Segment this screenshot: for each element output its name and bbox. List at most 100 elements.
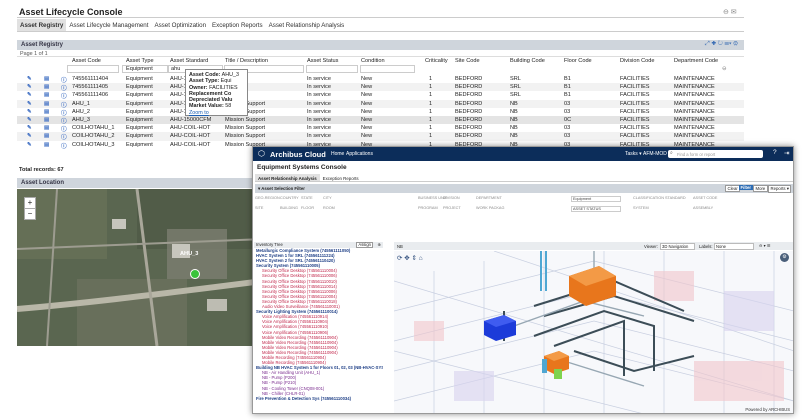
filter-condition[interactable] bbox=[360, 65, 415, 73]
viewer-options-icon[interactable]: ⊖ ▾ ☰ bbox=[759, 243, 771, 248]
col-department-code[interactable]: Department Code bbox=[674, 58, 718, 64]
document-icon[interactable]: ▤ bbox=[44, 84, 49, 90]
pan-icon[interactable]: ✥ bbox=[404, 255, 409, 262]
col-site-code[interactable]: Site Code bbox=[455, 58, 480, 64]
registry-toolbar-icons[interactable]: ⤢ ✚ ↻ ☰▾ ⚙ bbox=[705, 41, 738, 48]
document-icon[interactable]: ▤ bbox=[44, 109, 49, 115]
edit-icon[interactable]: ✎ bbox=[27, 109, 32, 115]
labels-select[interactable]: None bbox=[714, 242, 754, 250]
filter-field[interactable]: STATE bbox=[301, 196, 313, 200]
signout-icon[interactable]: ⇥ bbox=[784, 149, 789, 157]
filter-field[interactable]: PROGRAM bbox=[418, 206, 438, 210]
col-asset-code[interactable]: Asset Code bbox=[72, 58, 101, 64]
zoom-to-link[interactable]: Zoom to bbox=[189, 110, 244, 116]
filter-field[interactable]: BUILDING bbox=[280, 206, 298, 210]
filter-field[interactable]: ASSET CODE bbox=[693, 196, 717, 200]
tab-eq-exception-reports[interactable]: Exception Reports bbox=[320, 174, 362, 181]
col-criticality[interactable]: Criticality bbox=[425, 58, 448, 64]
tasks-menu[interactable]: Tasks ▾ bbox=[625, 151, 642, 157]
col-floor-code[interactable]: Floor Code bbox=[564, 58, 592, 64]
help-icon[interactable]: ? bbox=[773, 149, 777, 156]
col-division-code[interactable]: Division Code bbox=[620, 58, 655, 64]
tree-node[interactable]: Fire Prevention & Detection Sys (7455611… bbox=[254, 396, 383, 401]
filter-asset-code[interactable] bbox=[67, 65, 119, 73]
tab-asset-relationship-analysis[interactable]: Asset Relationship Analysis bbox=[266, 19, 348, 31]
col-condition[interactable]: Condition bbox=[361, 58, 385, 64]
filter-field[interactable]: ASSET STATUS bbox=[571, 206, 621, 212]
table-row[interactable]: ✎ ▤ ⓘ COILHOTAHU_1 Equipment AHU-COIL-HOT Miss… bbox=[17, 124, 744, 133]
filter-field[interactable]: FLOOR bbox=[301, 206, 314, 210]
table-row[interactable]: ✎▤ⓘ745561111406EquipmentAHU-15000AHU-23I… bbox=[17, 91, 744, 100]
clear-filter-icon[interactable]: ⊖ bbox=[722, 66, 727, 72]
zoom-out-button[interactable]: − bbox=[25, 208, 35, 219]
filter-field[interactable]: WORK PACKAG bbox=[476, 206, 504, 210]
document-icon[interactable]: ▤ bbox=[44, 76, 49, 82]
document-icon[interactable]: ▤ bbox=[44, 101, 49, 107]
table-row[interactable]: ✎▤ⓘ745561111405EquipmentAHU-15000AHU-23I… bbox=[17, 83, 744, 92]
filter-field[interactable]: SITE bbox=[255, 206, 263, 210]
table-row[interactable]: ✎▤ⓘAHU_2EquipmentAHU-15000CFMMission Sup… bbox=[17, 108, 744, 117]
nav-home[interactable]: Home bbox=[331, 151, 344, 157]
more-button[interactable]: More bbox=[753, 185, 768, 192]
viewer-mode-select[interactable]: 3D Navigation bbox=[660, 242, 695, 250]
col-title[interactable]: Title / Description bbox=[225, 58, 268, 64]
edit-icon[interactable]: ✎ bbox=[27, 84, 32, 90]
col-asset-standard[interactable]: Asset Standard bbox=[170, 58, 208, 64]
clear-button[interactable]: Clear bbox=[725, 185, 741, 192]
filter-button[interactable]: Filter bbox=[739, 185, 753, 190]
filter-field[interactable]: ASSEMBLY bbox=[693, 206, 713, 210]
bim-3d-viewer[interactable]: ⟳ ✥ ⇕ ⌂ ⚙ Powered by ARCHIBUS bbox=[394, 251, 793, 413]
document-icon[interactable]: ▤ bbox=[44, 133, 49, 139]
col-asset-type[interactable]: Asset Type bbox=[126, 58, 154, 64]
filter-field[interactable]: DIVISION bbox=[443, 196, 460, 200]
filter-field[interactable]: GEO-REGION bbox=[255, 196, 280, 200]
zoom-icon[interactable]: ⇕ bbox=[412, 255, 417, 262]
tab-asset-optimization[interactable]: Asset Optimization bbox=[151, 19, 209, 31]
table-row[interactable]: ✎ ▤ ⓘ AHU_3 Equipment AHU-15000CFM Mission Sup… bbox=[17, 115, 744, 125]
filter-field[interactable]: PROJECT bbox=[443, 206, 461, 210]
map-marker-icon[interactable] bbox=[190, 269, 200, 279]
filter-field[interactable]: Equipment bbox=[571, 196, 621, 202]
zoom-in-button[interactable]: + bbox=[25, 198, 35, 208]
tab-exception-reports[interactable]: Exception Reports bbox=[209, 19, 266, 31]
home-view-icon[interactable]: ⌂ bbox=[419, 255, 423, 262]
edit-icon[interactable]: ✎ bbox=[27, 142, 32, 148]
reports-button[interactable]: Reports ▾ bbox=[768, 185, 792, 193]
document-icon[interactable]: ▤ bbox=[44, 142, 49, 148]
info-icon[interactable]: ⓘ bbox=[61, 142, 67, 150]
col-asset-status[interactable]: Asset Status bbox=[307, 58, 338, 64]
collapse-filter-icon[interactable]: ▾ bbox=[258, 186, 260, 191]
edit-icon[interactable]: ✎ bbox=[27, 117, 32, 123]
table-row[interactable]: ✎▤ⓘAHU_1EquipmentAHU-15000CFMMission Sup… bbox=[17, 99, 744, 109]
edit-icon[interactable]: ✎ bbox=[27, 101, 32, 107]
filter-asset-type[interactable]: Equipment bbox=[122, 65, 168, 73]
window-controls[interactable]: ⊖ ✉ bbox=[723, 8, 737, 16]
edit-icon[interactable]: ✎ bbox=[27, 125, 32, 131]
viewer-settings-icon[interactable]: ⚙ bbox=[780, 253, 789, 262]
tree-menu-icon[interactable]: ⊕ bbox=[377, 242, 381, 247]
nav-applications[interactable]: Applications bbox=[346, 151, 373, 157]
document-icon[interactable]: ▤ bbox=[44, 125, 49, 131]
search-box[interactable]: ⌕ Find a form or report bbox=[668, 150, 763, 158]
document-icon[interactable]: ▤ bbox=[44, 117, 49, 123]
edit-icon[interactable]: ✎ bbox=[27, 133, 32, 139]
table-row[interactable]: ✎▤ⓘ745561111404EquipmentAHU-15000AHU-21I… bbox=[17, 75, 744, 84]
filter-field[interactable]: CITY bbox=[323, 196, 332, 200]
user-menu[interactable]: AFM-MOD ▾ bbox=[643, 151, 671, 157]
tab-asset-lifecycle-management[interactable]: Asset Lifecycle Management bbox=[66, 19, 151, 31]
table-row[interactable]: ✎ ▤ ⓘ COILHOTAHU_2 Equipment AHU-COIL-HOT Miss… bbox=[17, 132, 744, 141]
tab-asset-registry[interactable]: Asset Registry bbox=[17, 19, 67, 31]
edit-icon[interactable]: ✎ bbox=[27, 92, 32, 98]
rotate-icon[interactable]: ⟳ bbox=[397, 255, 402, 262]
tab-eq-asset-relationship[interactable]: Asset Relationship Analysis bbox=[255, 174, 320, 181]
col-building-code[interactable]: Building Code bbox=[510, 58, 545, 64]
filter-field[interactable]: SYSTEM bbox=[633, 206, 649, 210]
asset-location-map[interactable]: + − AHU_3 bbox=[17, 189, 263, 346]
filter-status[interactable] bbox=[306, 65, 358, 73]
document-icon[interactable]: ▤ bbox=[44, 92, 49, 98]
edit-icon[interactable]: ✎ bbox=[27, 76, 32, 82]
filter-field[interactable]: DEPARTMENT bbox=[476, 196, 502, 200]
filter-field[interactable]: COUNTRY bbox=[280, 196, 299, 200]
filter-field[interactable]: ROOM bbox=[323, 206, 335, 210]
filter-field[interactable]: CLASSIFICATION STANDARD bbox=[633, 196, 686, 200]
